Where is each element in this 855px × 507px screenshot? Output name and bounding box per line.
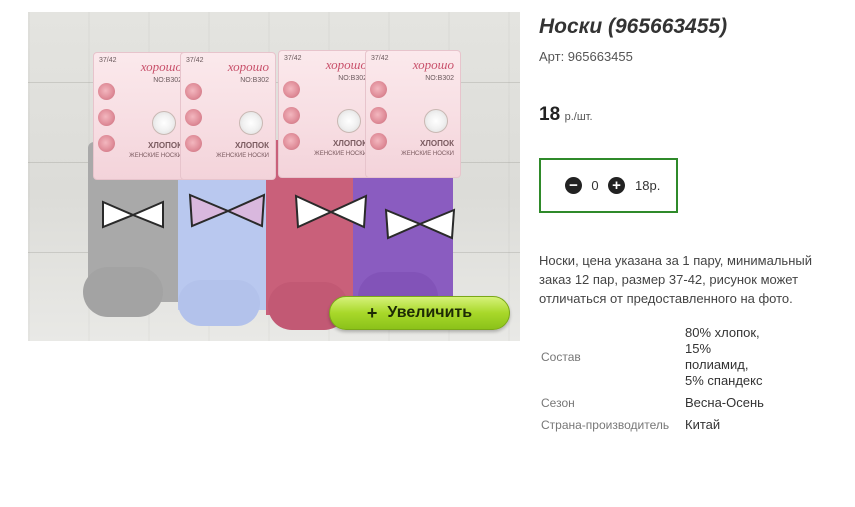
rose-icon	[98, 135, 115, 152]
rose-icon	[283, 133, 300, 150]
rose-icon	[370, 133, 387, 150]
minus-circle-icon[interactable]: −	[565, 177, 582, 194]
product-photo[interactable]: 37/42 хорошо NO:B302 ХЛОПОК ЖЕНСКИЕ НОСК…	[28, 12, 520, 341]
quantity-value[interactable]: 0	[590, 178, 600, 193]
zoom-button[interactable]: + Увеличить	[329, 296, 510, 330]
rose-icon	[98, 83, 115, 100]
rose-icon	[283, 107, 300, 124]
property-name: Сезон	[541, 396, 575, 410]
product-sku: Арт: 965663455	[539, 49, 633, 64]
product-title: Носки (965663455)	[539, 15, 728, 38]
product-price: 18 р./шт.	[539, 104, 593, 126]
package-card: 37/42 хорошо NO:B302 ХЛОПОК ЖЕНСКИЕ НОСК…	[278, 50, 374, 178]
property-value: 80% хлопок, 15% полиамид, 5% спандекс	[685, 325, 763, 388]
property-name: Состав	[541, 350, 581, 364]
rose-icon	[185, 135, 202, 152]
rose-icon	[370, 107, 387, 124]
package-card: 37/42 хорошо NO:B302 ХЛОПОК ЖЕНСКИЕ НОСК…	[93, 52, 189, 180]
rose-icon	[185, 83, 202, 100]
property-value: Китай	[685, 417, 721, 432]
price-value: 18	[539, 104, 561, 125]
property-row: Страна-производитель Китай	[539, 417, 799, 433]
property-value: Весна-Осень	[685, 395, 764, 410]
price-unit: р./шт.	[564, 111, 593, 123]
cotton-icon	[337, 109, 361, 133]
product-description: Носки, цена указана за 1 пару, минимальн…	[539, 253, 812, 306]
rose-icon	[283, 81, 300, 98]
product-properties: Состав 80% хлопок, 15% полиамид, 5% спан…	[539, 325, 799, 439]
cotton-icon	[424, 109, 448, 133]
property-row: Состав 80% хлопок, 15% полиамид, 5% спан…	[539, 325, 799, 389]
plus-circle-icon[interactable]: +	[608, 177, 625, 194]
cotton-icon	[152, 111, 176, 135]
rose-icon	[98, 109, 115, 126]
quantity-sum: 18р.	[635, 178, 661, 193]
property-name: Страна-производитель	[541, 418, 670, 432]
package-card: 37/42 хорошо NO:B302 ХЛОПОК ЖЕНСКИЕ НОСК…	[180, 52, 276, 180]
rose-icon	[185, 109, 202, 126]
package-card: 37/42 хорошо NO:B302 ХЛОПОК ЖЕНСКИЕ НОСК…	[365, 50, 461, 178]
cotton-icon	[239, 111, 263, 135]
plus-icon: +	[366, 302, 378, 323]
quantity-control: − 0 + 18р.	[539, 158, 678, 213]
property-row: Сезон Весна-Осень	[539, 395, 799, 411]
zoom-label: Увеличить	[387, 304, 473, 321]
rose-icon	[370, 81, 387, 98]
